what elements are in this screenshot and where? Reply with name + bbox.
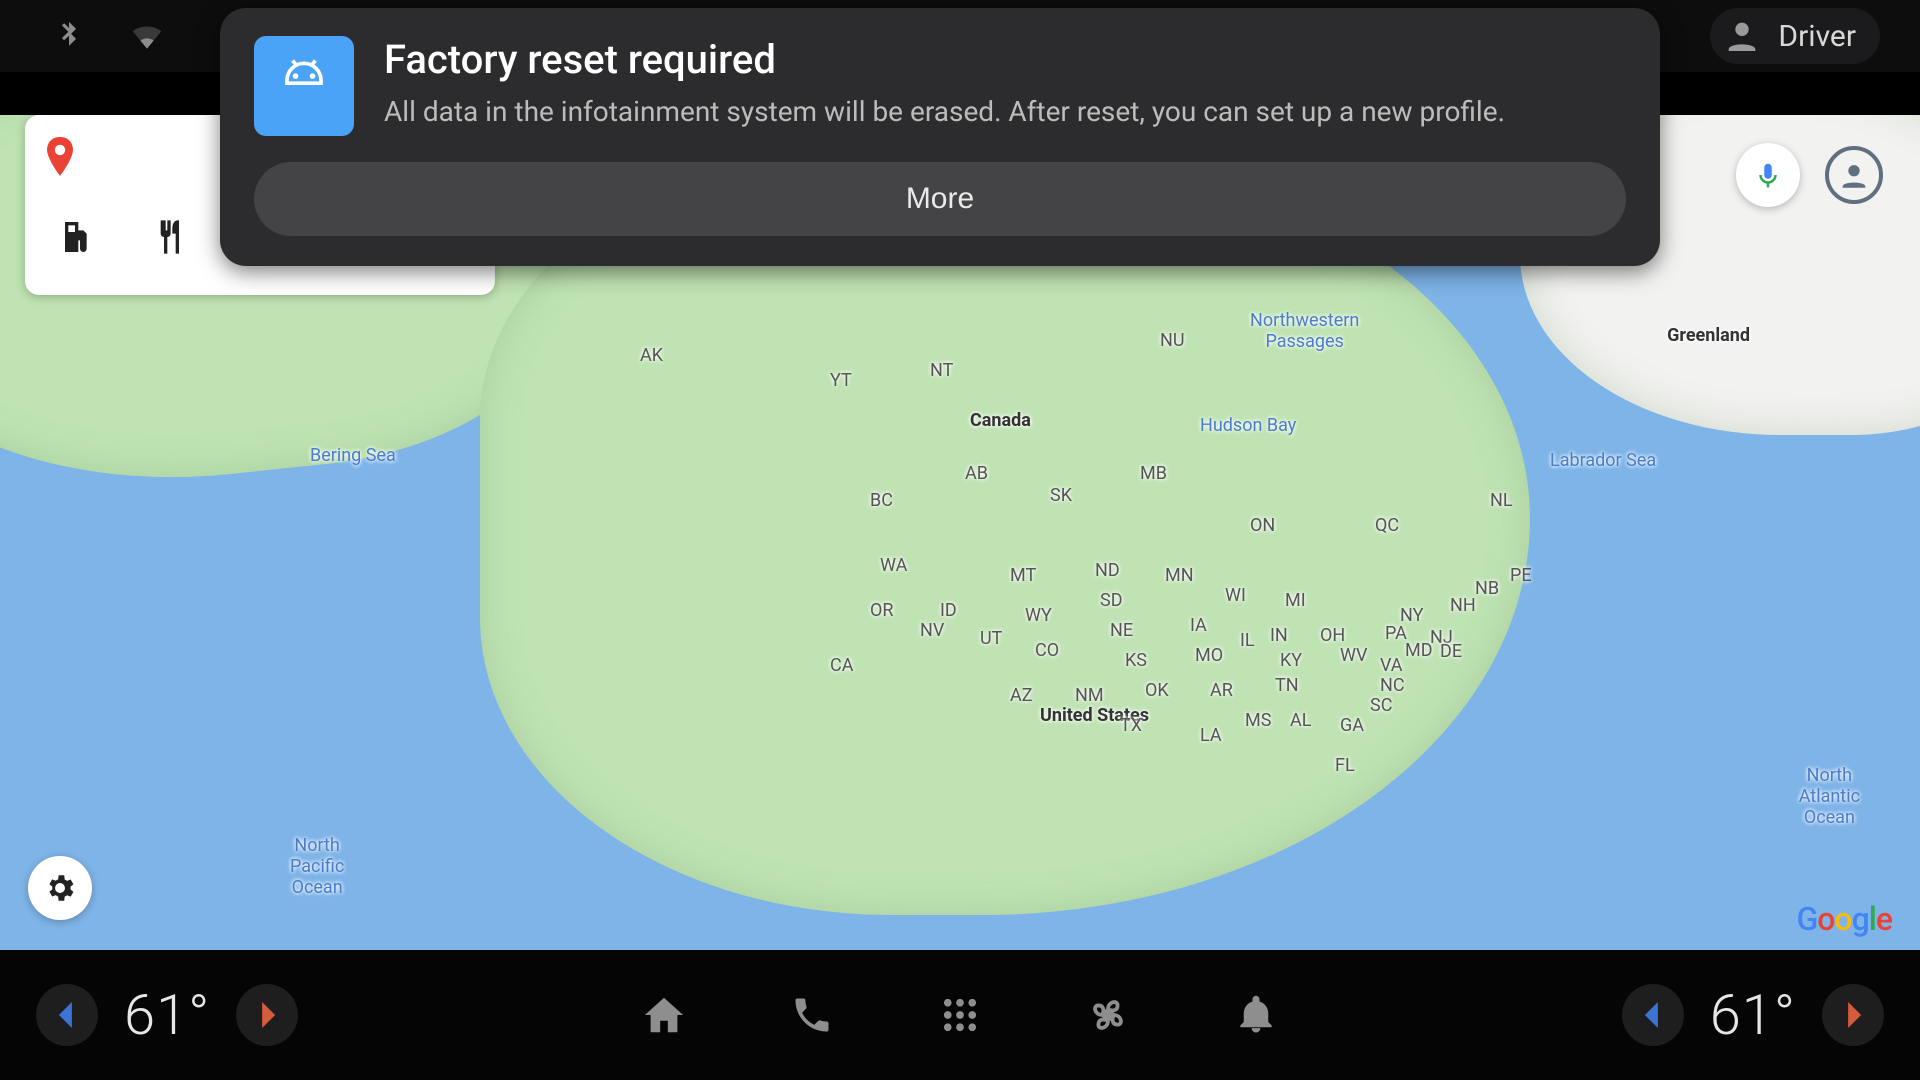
map-label: KY [1280,650,1302,671]
map-label: AZ [1010,685,1033,706]
notification-more-button[interactable]: More [254,162,1626,236]
map-label: MS [1245,710,1271,731]
map-label: WA [880,555,907,576]
map-label: ND [1095,560,1120,581]
map-label: NT [930,360,953,381]
map-label: PA [1385,623,1407,644]
phone-button[interactable] [788,991,836,1039]
left-temp-value: 61° [124,982,210,1048]
map-label: FL [1335,755,1355,776]
map-label: QC [1375,515,1399,536]
map-label: CA [830,655,853,676]
map-label: NB [1475,578,1499,599]
map-label: DE [1440,641,1462,662]
google-attribution: Google [1796,900,1892,938]
wifi-icon [128,17,166,55]
map-label: SC [1370,695,1392,716]
map-label: IN [1270,625,1288,646]
map-label: Bering Sea [310,445,396,466]
notification-title: Factory reset required [384,36,1505,83]
map-label: LA [1200,725,1222,746]
map-label: WY [1025,605,1052,626]
bluetooth-icon [50,17,88,55]
avatar-icon [1722,16,1762,56]
profile-name: Driver [1778,19,1856,54]
map-label: IL [1240,630,1255,651]
map-label: OH [1320,625,1345,646]
right-climate-group: 61° [1622,982,1884,1048]
left-temp-down-button[interactable] [36,984,98,1046]
map-label: MB [1140,463,1167,484]
map-label: OR [870,600,893,621]
map-label: AB [965,463,988,484]
map-label: NE [1110,620,1133,641]
map-label: NH [1450,595,1476,616]
home-button[interactable] [640,991,688,1039]
map-label: OK [1145,680,1169,701]
apps-button[interactable] [936,991,984,1039]
person-circle-icon [1825,146,1883,204]
map-label: AR [1210,680,1233,701]
system-bar: 61° 61° [0,950,1920,1080]
map-label: TX [1120,715,1142,736]
map-label: KS [1125,650,1147,671]
map-label: North Pacific Ocean [290,835,344,898]
map-label: MI [1285,590,1306,611]
map-label: WI [1225,585,1246,606]
map-label: MD [1405,640,1433,661]
map-label: NL [1490,490,1513,511]
map-label: Greenland [1667,325,1750,346]
map-label: NM [1075,685,1104,706]
map-label: Labrador Sea [1550,450,1656,471]
map-label: North Atlantic Ocean [1799,765,1860,828]
hvac-fan-button[interactable] [1084,991,1132,1039]
profile-chip[interactable]: Driver [1710,8,1880,64]
gas-station-icon[interactable] [53,215,97,259]
map-label: NU [1160,330,1185,351]
android-head-icon [254,36,354,136]
map-label: MT [1010,565,1036,586]
notifications-button[interactable] [1232,991,1280,1039]
map-label: ID [940,600,957,621]
map-label: VA [1380,655,1403,676]
restaurant-icon[interactable] [147,215,191,259]
map-settings-button[interactable] [28,856,92,920]
map-label: SD [1100,590,1123,611]
map-label: UT [980,628,1002,649]
left-temp-up-button[interactable] [236,984,298,1046]
account-button[interactable] [1822,143,1886,207]
google-maps-icon [43,137,77,185]
map-label: CO [1035,640,1059,661]
map-label: NV [920,620,944,641]
notification-body: All data in the infotainment system will… [384,93,1505,131]
left-climate-group: 61° [36,982,298,1048]
map-label: PE [1510,565,1532,586]
map-label: NC [1380,675,1405,696]
map-label: MO [1195,645,1223,666]
map-label: MN [1165,565,1194,586]
map-label: YT [830,370,852,391]
map-label: Hudson Bay [1200,415,1296,436]
voice-search-button[interactable] [1736,143,1800,207]
right-temp-down-button[interactable] [1622,984,1684,1046]
map-label: AL [1290,710,1311,731]
system-notification: Factory reset required All data in the i… [220,8,1660,266]
right-temp-up-button[interactable] [1822,984,1884,1046]
map-label: Canada [970,410,1031,431]
map-label: GA [1340,715,1364,736]
map-label: ON [1250,515,1275,536]
map-label: Northwestern Passages [1250,310,1359,352]
map-label: AK [640,345,663,366]
right-temp-value: 61° [1710,982,1796,1048]
map-label: SK [1050,485,1072,506]
map-label: TN [1275,675,1299,696]
map-label: IA [1190,615,1207,636]
map-label: BC [870,490,893,511]
map-label: WV [1340,645,1367,666]
